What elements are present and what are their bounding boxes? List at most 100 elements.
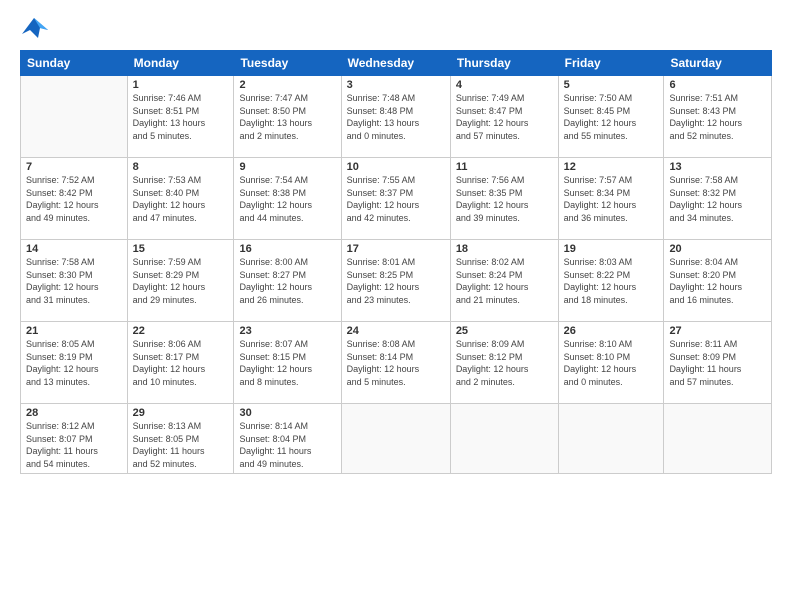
day-info: Sunrise: 8:07 AM Sunset: 8:15 PM Dayligh… bbox=[239, 338, 335, 388]
day-info: Sunrise: 7:55 AM Sunset: 8:37 PM Dayligh… bbox=[347, 174, 445, 224]
calendar-cell: 17Sunrise: 8:01 AM Sunset: 8:25 PM Dayli… bbox=[341, 240, 450, 322]
calendar-cell: 2Sunrise: 7:47 AM Sunset: 8:50 PM Daylig… bbox=[234, 76, 341, 158]
day-info: Sunrise: 7:49 AM Sunset: 8:47 PM Dayligh… bbox=[456, 92, 553, 142]
day-number: 19 bbox=[564, 243, 659, 255]
day-number: 26 bbox=[564, 325, 659, 337]
day-number: 25 bbox=[456, 325, 553, 337]
calendar-cell: 20Sunrise: 8:04 AM Sunset: 8:20 PM Dayli… bbox=[664, 240, 772, 322]
calendar-cell: 5Sunrise: 7:50 AM Sunset: 8:45 PM Daylig… bbox=[558, 76, 664, 158]
day-number: 6 bbox=[669, 79, 766, 91]
day-number: 5 bbox=[564, 79, 659, 91]
day-number: 30 bbox=[239, 407, 335, 419]
day-info: Sunrise: 7:57 AM Sunset: 8:34 PM Dayligh… bbox=[564, 174, 659, 224]
calendar-cell bbox=[558, 404, 664, 474]
day-number: 16 bbox=[239, 243, 335, 255]
day-info: Sunrise: 7:53 AM Sunset: 8:40 PM Dayligh… bbox=[133, 174, 229, 224]
day-info: Sunrise: 7:59 AM Sunset: 8:29 PM Dayligh… bbox=[133, 256, 229, 306]
header bbox=[20, 16, 772, 40]
calendar-cell: 30Sunrise: 8:14 AM Sunset: 8:04 PM Dayli… bbox=[234, 404, 341, 474]
calendar-cell: 26Sunrise: 8:10 AM Sunset: 8:10 PM Dayli… bbox=[558, 322, 664, 404]
calendar-week-row: 1Sunrise: 7:46 AM Sunset: 8:51 PM Daylig… bbox=[21, 76, 772, 158]
day-info: Sunrise: 8:02 AM Sunset: 8:24 PM Dayligh… bbox=[456, 256, 553, 306]
calendar-cell: 3Sunrise: 7:48 AM Sunset: 8:48 PM Daylig… bbox=[341, 76, 450, 158]
day-number: 13 bbox=[669, 161, 766, 173]
calendar-cell: 11Sunrise: 7:56 AM Sunset: 8:35 PM Dayli… bbox=[450, 158, 558, 240]
day-info: Sunrise: 7:58 AM Sunset: 8:32 PM Dayligh… bbox=[669, 174, 766, 224]
calendar-cell: 4Sunrise: 7:49 AM Sunset: 8:47 PM Daylig… bbox=[450, 76, 558, 158]
weekday-header: Tuesday bbox=[234, 51, 341, 76]
day-info: Sunrise: 7:46 AM Sunset: 8:51 PM Dayligh… bbox=[133, 92, 229, 142]
day-number: 15 bbox=[133, 243, 229, 255]
day-number: 4 bbox=[456, 79, 553, 91]
calendar-cell bbox=[450, 404, 558, 474]
day-info: Sunrise: 7:56 AM Sunset: 8:35 PM Dayligh… bbox=[456, 174, 553, 224]
day-info: Sunrise: 8:11 AM Sunset: 8:09 PM Dayligh… bbox=[669, 338, 766, 388]
day-number: 12 bbox=[564, 161, 659, 173]
calendar-cell: 25Sunrise: 8:09 AM Sunset: 8:12 PM Dayli… bbox=[450, 322, 558, 404]
day-number: 17 bbox=[347, 243, 445, 255]
day-info: Sunrise: 8:03 AM Sunset: 8:22 PM Dayligh… bbox=[564, 256, 659, 306]
day-info: Sunrise: 8:05 AM Sunset: 8:19 PM Dayligh… bbox=[26, 338, 122, 388]
day-number: 2 bbox=[239, 79, 335, 91]
day-info: Sunrise: 8:00 AM Sunset: 8:27 PM Dayligh… bbox=[239, 256, 335, 306]
calendar-cell: 23Sunrise: 8:07 AM Sunset: 8:15 PM Dayli… bbox=[234, 322, 341, 404]
calendar-header-row: SundayMondayTuesdayWednesdayThursdayFrid… bbox=[21, 51, 772, 76]
calendar-cell: 13Sunrise: 7:58 AM Sunset: 8:32 PM Dayli… bbox=[664, 158, 772, 240]
day-info: Sunrise: 8:06 AM Sunset: 8:17 PM Dayligh… bbox=[133, 338, 229, 388]
calendar-cell: 15Sunrise: 7:59 AM Sunset: 8:29 PM Dayli… bbox=[127, 240, 234, 322]
day-info: Sunrise: 7:58 AM Sunset: 8:30 PM Dayligh… bbox=[26, 256, 122, 306]
day-number: 24 bbox=[347, 325, 445, 337]
calendar-table: SundayMondayTuesdayWednesdayThursdayFrid… bbox=[20, 50, 772, 474]
day-number: 29 bbox=[133, 407, 229, 419]
day-info: Sunrise: 8:04 AM Sunset: 8:20 PM Dayligh… bbox=[669, 256, 766, 306]
day-number: 3 bbox=[347, 79, 445, 91]
calendar-cell: 22Sunrise: 8:06 AM Sunset: 8:17 PM Dayli… bbox=[127, 322, 234, 404]
calendar-week-row: 28Sunrise: 8:12 AM Sunset: 8:07 PM Dayli… bbox=[21, 404, 772, 474]
day-number: 18 bbox=[456, 243, 553, 255]
day-info: Sunrise: 7:50 AM Sunset: 8:45 PM Dayligh… bbox=[564, 92, 659, 142]
logo-icon bbox=[20, 16, 48, 40]
calendar-week-row: 7Sunrise: 7:52 AM Sunset: 8:42 PM Daylig… bbox=[21, 158, 772, 240]
day-number: 28 bbox=[26, 407, 122, 419]
day-info: Sunrise: 8:01 AM Sunset: 8:25 PM Dayligh… bbox=[347, 256, 445, 306]
day-number: 22 bbox=[133, 325, 229, 337]
logo bbox=[20, 16, 52, 40]
day-number: 27 bbox=[669, 325, 766, 337]
day-info: Sunrise: 8:10 AM Sunset: 8:10 PM Dayligh… bbox=[564, 338, 659, 388]
calendar-cell: 24Sunrise: 8:08 AM Sunset: 8:14 PM Dayli… bbox=[341, 322, 450, 404]
calendar-week-row: 21Sunrise: 8:05 AM Sunset: 8:19 PM Dayli… bbox=[21, 322, 772, 404]
calendar-cell: 21Sunrise: 8:05 AM Sunset: 8:19 PM Dayli… bbox=[21, 322, 128, 404]
day-info: Sunrise: 8:12 AM Sunset: 8:07 PM Dayligh… bbox=[26, 420, 122, 470]
calendar-cell: 29Sunrise: 8:13 AM Sunset: 8:05 PM Dayli… bbox=[127, 404, 234, 474]
weekday-header: Wednesday bbox=[341, 51, 450, 76]
day-number: 21 bbox=[26, 325, 122, 337]
day-info: Sunrise: 7:51 AM Sunset: 8:43 PM Dayligh… bbox=[669, 92, 766, 142]
calendar-cell: 14Sunrise: 7:58 AM Sunset: 8:30 PM Dayli… bbox=[21, 240, 128, 322]
calendar-cell: 8Sunrise: 7:53 AM Sunset: 8:40 PM Daylig… bbox=[127, 158, 234, 240]
day-info: Sunrise: 7:47 AM Sunset: 8:50 PM Dayligh… bbox=[239, 92, 335, 142]
day-info: Sunrise: 7:54 AM Sunset: 8:38 PM Dayligh… bbox=[239, 174, 335, 224]
calendar-cell: 12Sunrise: 7:57 AM Sunset: 8:34 PM Dayli… bbox=[558, 158, 664, 240]
day-number: 23 bbox=[239, 325, 335, 337]
calendar-cell bbox=[341, 404, 450, 474]
calendar-cell: 10Sunrise: 7:55 AM Sunset: 8:37 PM Dayli… bbox=[341, 158, 450, 240]
calendar-cell: 6Sunrise: 7:51 AM Sunset: 8:43 PM Daylig… bbox=[664, 76, 772, 158]
calendar-cell bbox=[21, 76, 128, 158]
calendar-cell: 27Sunrise: 8:11 AM Sunset: 8:09 PM Dayli… bbox=[664, 322, 772, 404]
day-info: Sunrise: 8:14 AM Sunset: 8:04 PM Dayligh… bbox=[239, 420, 335, 470]
page: SundayMondayTuesdayWednesdayThursdayFrid… bbox=[0, 0, 792, 612]
calendar-cell: 9Sunrise: 7:54 AM Sunset: 8:38 PM Daylig… bbox=[234, 158, 341, 240]
day-number: 9 bbox=[239, 161, 335, 173]
day-info: Sunrise: 7:48 AM Sunset: 8:48 PM Dayligh… bbox=[347, 92, 445, 142]
day-number: 10 bbox=[347, 161, 445, 173]
day-number: 20 bbox=[669, 243, 766, 255]
day-info: Sunrise: 8:09 AM Sunset: 8:12 PM Dayligh… bbox=[456, 338, 553, 388]
day-info: Sunrise: 7:52 AM Sunset: 8:42 PM Dayligh… bbox=[26, 174, 122, 224]
weekday-header: Thursday bbox=[450, 51, 558, 76]
calendar-cell: 1Sunrise: 7:46 AM Sunset: 8:51 PM Daylig… bbox=[127, 76, 234, 158]
day-number: 1 bbox=[133, 79, 229, 91]
day-number: 8 bbox=[133, 161, 229, 173]
calendar-cell bbox=[664, 404, 772, 474]
day-number: 14 bbox=[26, 243, 122, 255]
weekday-header: Monday bbox=[127, 51, 234, 76]
